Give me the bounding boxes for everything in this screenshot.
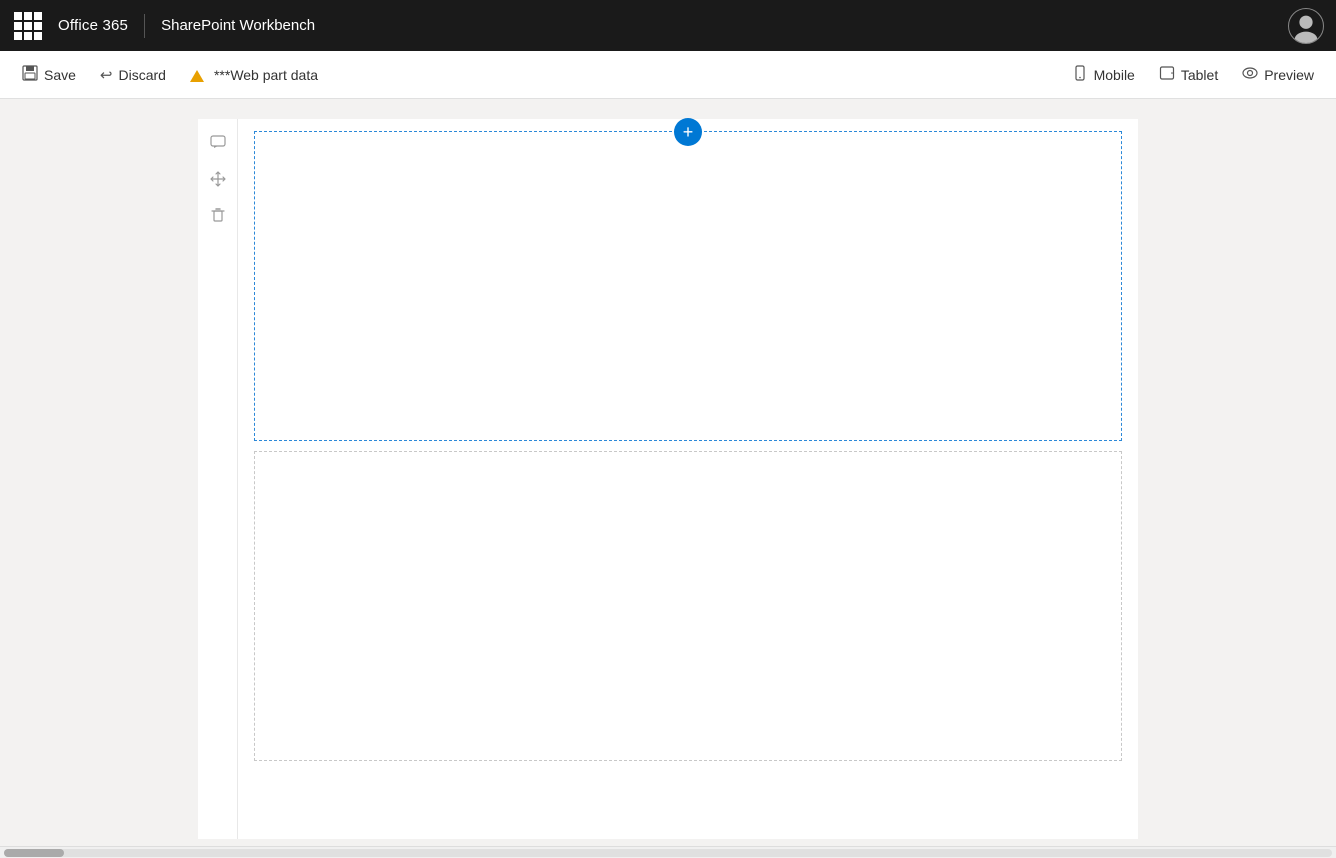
mobile-button[interactable]: Mobile [1062, 59, 1145, 90]
webpart-data-label: ***Web part data [214, 67, 318, 83]
save-label: Save [44, 67, 76, 83]
plus-icon: + [683, 123, 694, 141]
top-bar: Office 365 SharePoint Workbench [0, 0, 1336, 51]
tablet-button[interactable]: Tablet [1149, 59, 1228, 90]
page-title: SharePoint Workbench [161, 17, 315, 34]
canvas-wrapper[interactable]: + [0, 99, 1336, 858]
canvas-sidebar [198, 119, 238, 839]
canvas-page: + [198, 119, 1138, 839]
waffle-icon [14, 12, 42, 40]
delete-tool[interactable] [202, 199, 234, 231]
mobile-label: Mobile [1094, 67, 1135, 83]
move-tool[interactable] [202, 163, 234, 195]
tablet-icon [1159, 65, 1175, 84]
discard-label: Discard [119, 67, 166, 83]
webpart-data-button[interactable]: ***Web part data [180, 61, 328, 89]
waffle-button[interactable] [12, 10, 44, 42]
avatar[interactable] [1288, 8, 1324, 44]
comment-tool[interactable] [202, 127, 234, 159]
save-button[interactable]: Save [12, 59, 86, 91]
zone-2 [254, 451, 1122, 761]
mobile-icon [1072, 65, 1088, 84]
title-divider [144, 14, 145, 38]
canvas-content: + [238, 119, 1138, 839]
save-icon [22, 65, 38, 85]
preview-icon [1242, 65, 1258, 84]
avatar-icon [1289, 8, 1323, 44]
zone-1: + [254, 131, 1122, 441]
discard-icon: ↩ [100, 66, 113, 84]
bottom-scrollbar[interactable] [0, 846, 1336, 858]
add-webpart-button[interactable]: + [674, 118, 702, 146]
tablet-label: Tablet [1181, 67, 1218, 83]
warning-icon [190, 67, 208, 83]
preview-label: Preview [1264, 67, 1314, 83]
discard-button[interactable]: ↩ Discard [90, 60, 176, 90]
main-area: + [0, 99, 1336, 858]
app-name: Office 365 [58, 17, 128, 34]
scrollbar-thumb[interactable] [4, 849, 64, 857]
scrollbar-track[interactable] [4, 849, 1332, 857]
toolbar: Save ↩ Discard ***Web part data Mobile [0, 51, 1336, 99]
preview-button[interactable]: Preview [1232, 59, 1324, 90]
